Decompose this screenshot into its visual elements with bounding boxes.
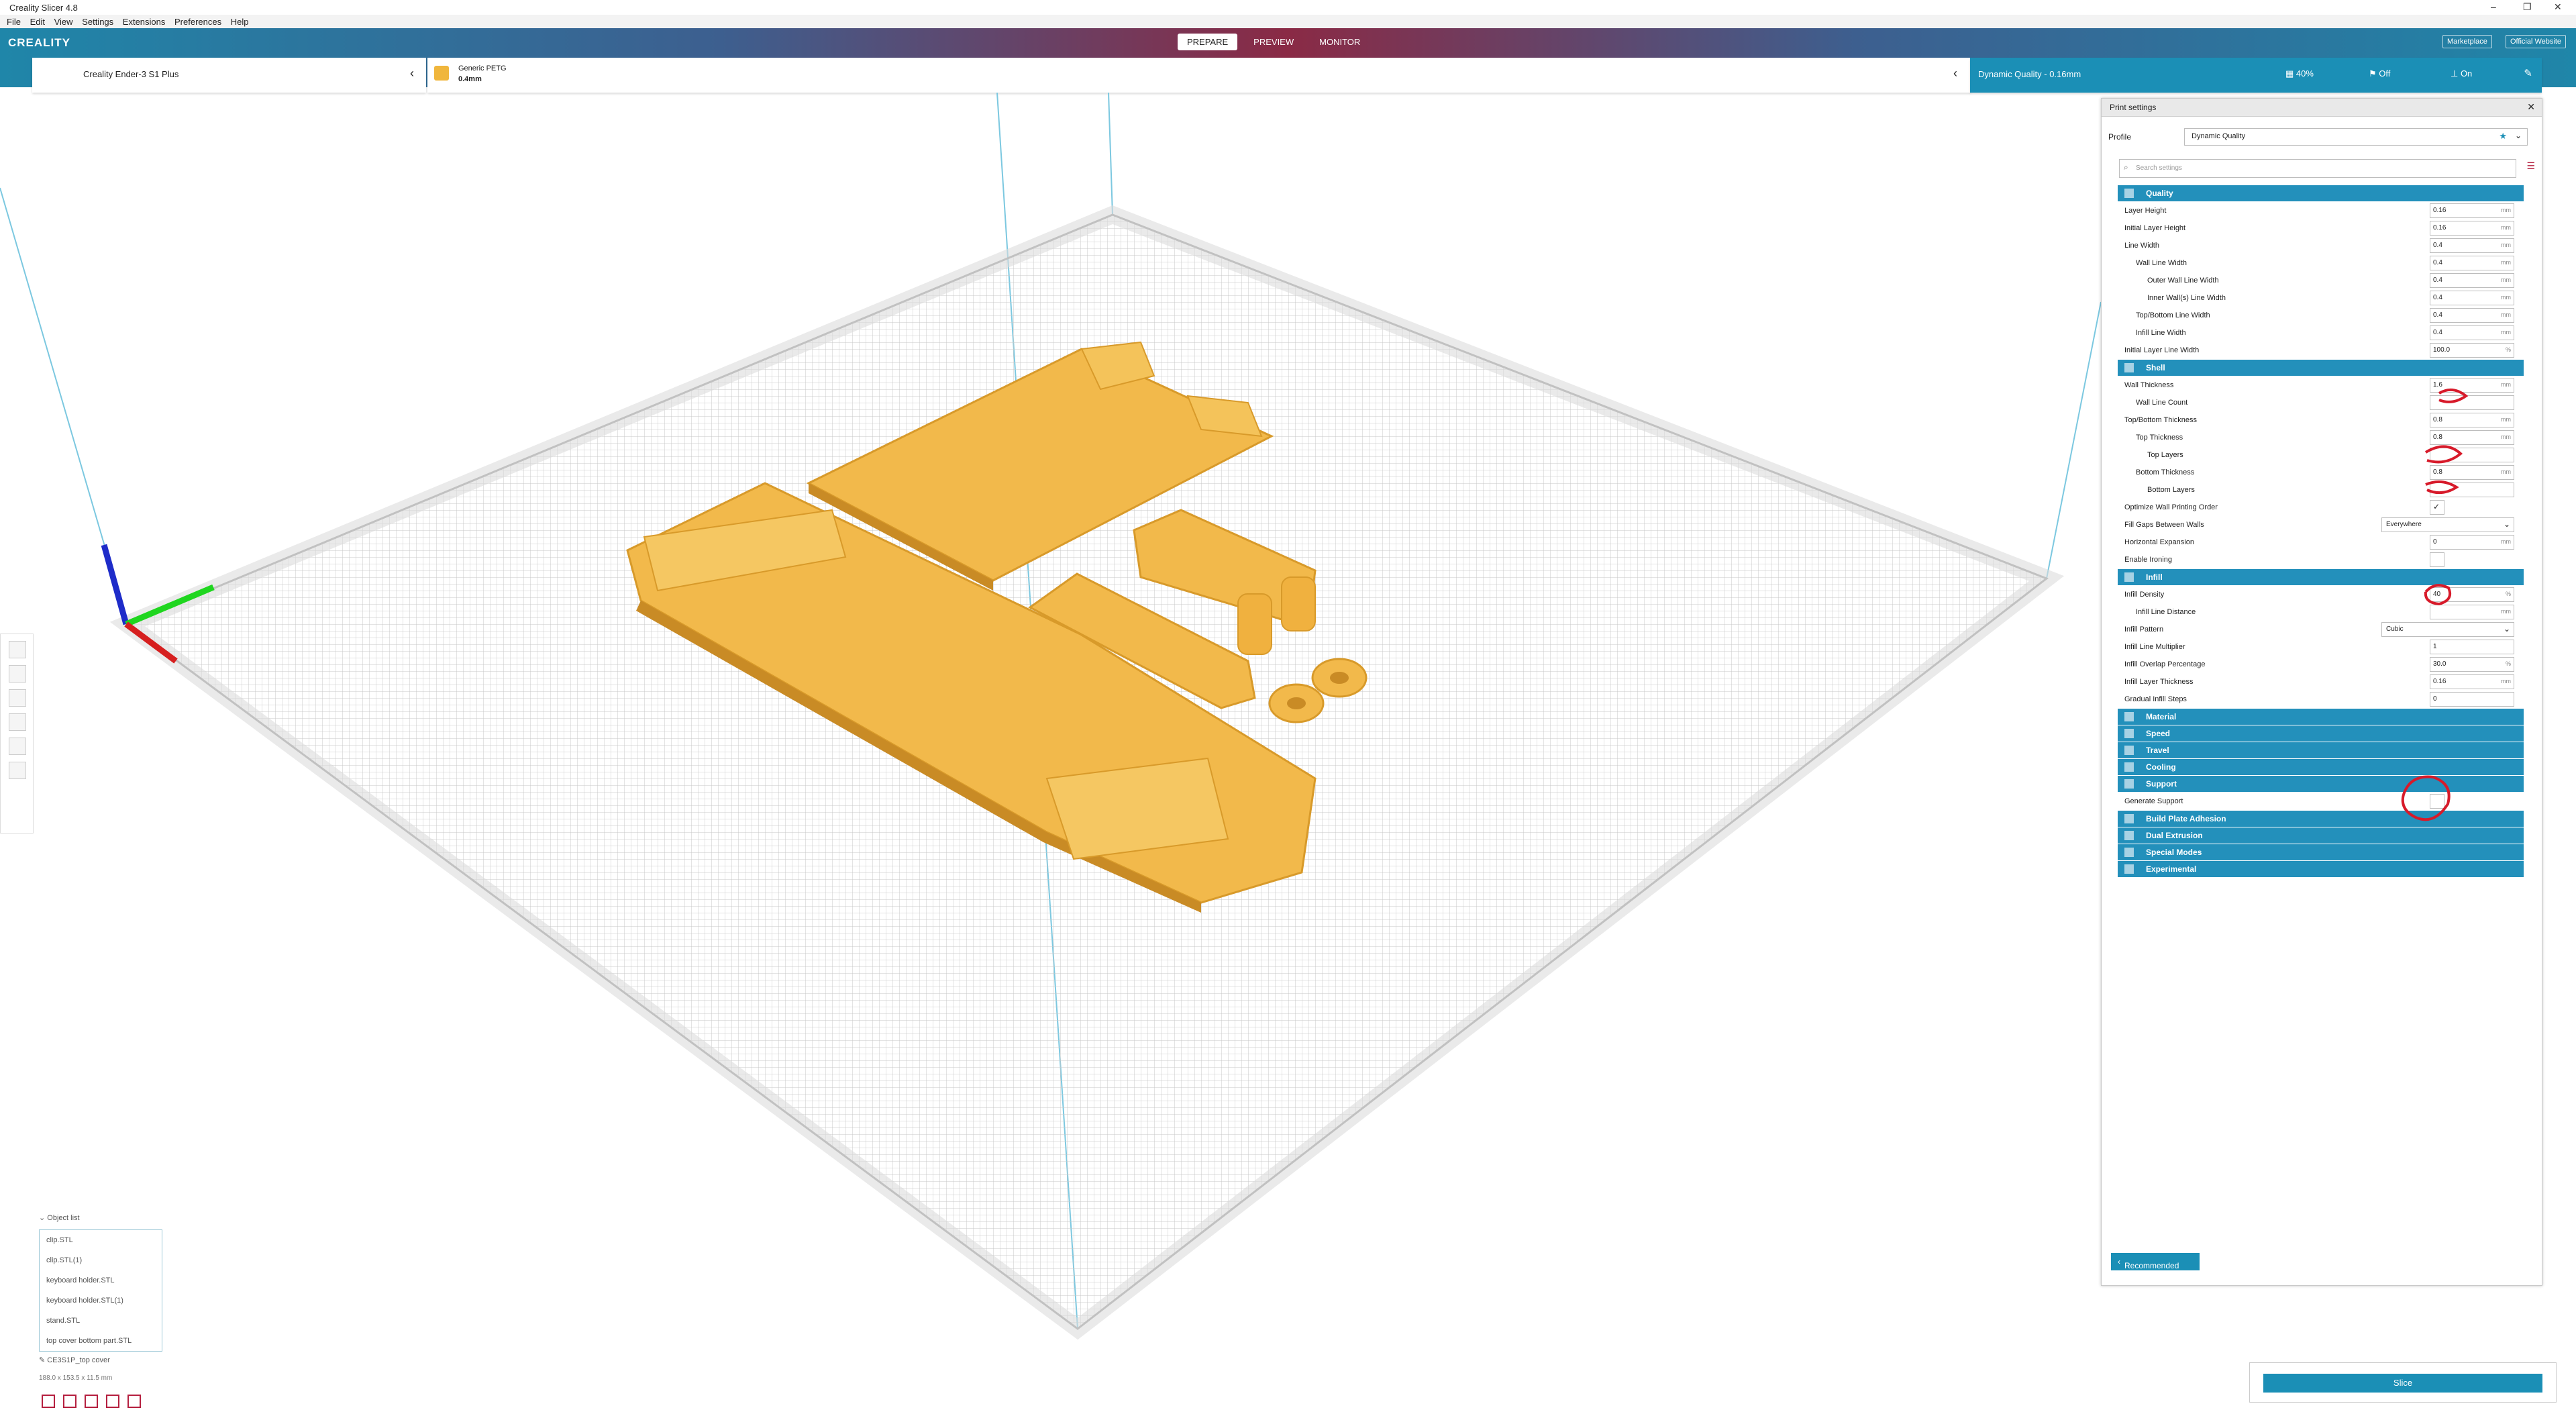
annotation-mark bbox=[2424, 445, 2463, 464]
annotation-mark bbox=[2425, 480, 2459, 495]
annotation-overlay bbox=[2401, 388, 2469, 821]
annotation-mark bbox=[2401, 775, 2451, 821]
annotation-mark bbox=[2424, 584, 2452, 606]
annotation-mark bbox=[2438, 388, 2469, 403]
